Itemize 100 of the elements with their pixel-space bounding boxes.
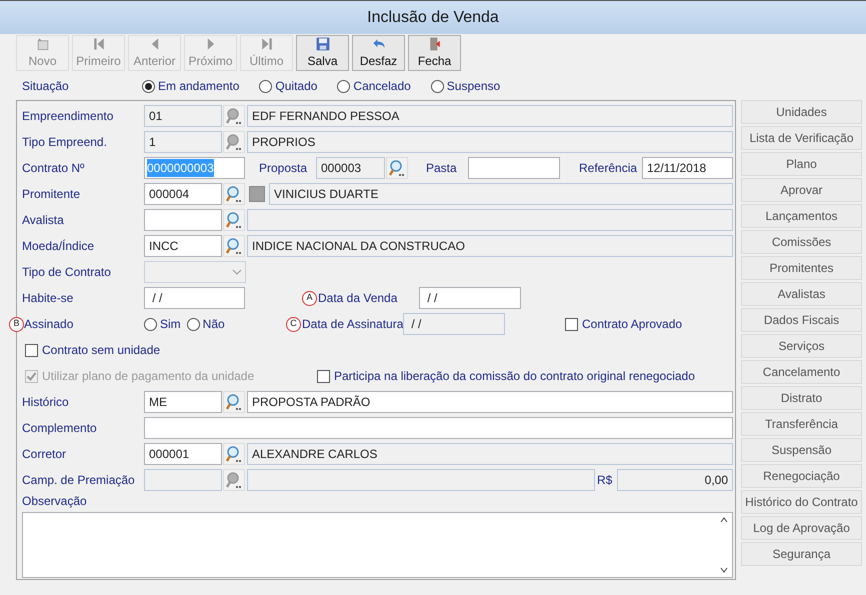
- field-label: Proposta: [259, 160, 308, 177]
- side-button[interactable]: Avalistas: [741, 282, 862, 306]
- checkbox-label: Contrato Aprovado: [582, 316, 682, 333]
- side-button[interactable]: Aprovar: [741, 178, 862, 202]
- input-field[interactable]: EDF FERNANDO PESSOA: [247, 105, 733, 127]
- side-button[interactable]: Log de Aprovação: [741, 516, 862, 540]
- scroll-up-icon: [718, 515, 728, 525]
- checkbox[interactable]: [25, 344, 38, 356]
- radio-label: Quitado: [275, 78, 318, 95]
- field-label: Situação: [22, 78, 70, 95]
- field-label: Empreendimento: [22, 108, 114, 125]
- search-button[interactable]: [386, 157, 408, 179]
- radio-label: Em andamento: [158, 78, 240, 95]
- search-icon: [225, 133, 243, 151]
- side-button[interactable]: Lançamentos: [741, 204, 862, 228]
- radio-button[interactable]: [142, 80, 155, 92]
- side-button[interactable]: Renegociação: [741, 464, 862, 488]
- search-button[interactable]: [223, 209, 245, 231]
- input-field[interactable]: / /: [419, 287, 521, 309]
- input-field[interactable]: INDICE NACIONAL DA CONSTRUCAO: [247, 235, 733, 257]
- input-field[interactable]: 000001: [144, 443, 222, 465]
- side-button[interactable]: Transferência: [741, 412, 862, 436]
- field-label: Camp. de Premiação: [22, 472, 136, 489]
- input-field[interactable]: [468, 157, 560, 179]
- input-field[interactable]: PROPOSTA PADRÃO: [247, 391, 733, 413]
- search-button[interactable]: [223, 235, 245, 257]
- input-field[interactable]: [144, 209, 222, 231]
- side-button[interactable]: Serviços: [741, 334, 862, 358]
- checkbox-label: Utilizar plano de pagamento da unidade: [42, 368, 254, 385]
- radio-label: Cancelado: [353, 78, 411, 95]
- radio-label: Sim: [160, 316, 181, 333]
- field-label: Data de Assinatura: [302, 316, 403, 333]
- search-icon: [225, 471, 243, 489]
- currency-label: R$: [596, 472, 614, 489]
- side-button[interactable]: Lista de Verificação: [741, 126, 862, 150]
- radio-button[interactable]: [186, 318, 200, 330]
- input-field[interactable]: 000004: [144, 183, 222, 205]
- side-button[interactable]: Dados Fiscais: [741, 308, 862, 332]
- field-label: Moeda/Índice: [22, 238, 96, 255]
- side-button[interactable]: Distrato: [741, 386, 862, 410]
- toolbar-button[interactable]: Fecha: [408, 35, 461, 71]
- checkbox[interactable]: [317, 370, 330, 382]
- side-button[interactable]: Histórico do Contrato: [741, 490, 862, 514]
- field-label: Habite-se: [22, 290, 74, 307]
- callout-marker: B: [9, 316, 24, 332]
- search-icon: [225, 185, 243, 203]
- field-label: Contrato Nº: [22, 160, 86, 177]
- side-button[interactable]: Segurança: [741, 542, 862, 566]
- side-button[interactable]: Suspensão: [741, 438, 862, 462]
- checkbox[interactable]: [565, 318, 578, 330]
- field-label: Assinado: [24, 316, 74, 333]
- field-label: Data da Venda: [318, 290, 398, 307]
- input-field[interactable]: / /: [144, 287, 245, 309]
- input-field[interactable]: 12/11/2018: [642, 157, 733, 179]
- field-label: Pasta: [426, 160, 458, 177]
- side-button[interactable]: Unidades: [741, 100, 862, 124]
- input-field[interactable]: [247, 209, 733, 231]
- search-icon: [388, 159, 406, 177]
- input-field[interactable]: INCC: [144, 235, 222, 257]
- search-icon: [225, 107, 243, 125]
- radio-button[interactable]: [430, 80, 444, 92]
- field-label: Corretor: [22, 446, 68, 463]
- side-button[interactable]: Plano: [741, 152, 862, 176]
- window-title: Inclusão de Venda: [367, 8, 499, 28]
- side-button[interactable]: Comissões: [741, 230, 862, 254]
- toolbar-button[interactable]: Desfaz: [352, 35, 405, 71]
- callout-marker: A: [302, 290, 317, 306]
- search-button[interactable]: [223, 183, 245, 205]
- radio-label: Não: [202, 316, 225, 333]
- scroll-down-icon: [718, 565, 728, 575]
- input-field[interactable]: ALEXANDRE CARLOS: [247, 443, 733, 465]
- search-icon: [225, 445, 243, 463]
- search-icon: [225, 211, 243, 229]
- side-button[interactable]: Promitentes: [741, 256, 862, 280]
- field-label: Promitente: [22, 186, 82, 203]
- search-button[interactable]: [223, 391, 245, 413]
- field-label: Referência: [579, 160, 638, 177]
- side-button[interactable]: Cancelamento: [741, 360, 862, 384]
- input-field[interactable]: [144, 417, 733, 439]
- input-field[interactable]: PROPRIOS: [247, 131, 733, 153]
- radio-button[interactable]: [144, 318, 157, 330]
- search-icon: [225, 237, 243, 255]
- radio-button[interactable]: [259, 80, 272, 92]
- field-label: Histórico: [22, 394, 70, 411]
- input-field[interactable]: VINICIUS DUARTE: [269, 183, 733, 205]
- input-field[interactable]: [247, 469, 595, 491]
- field-label: Tipo Empreend.: [22, 134, 108, 151]
- search-icon: [225, 393, 243, 411]
- callout-marker: C: [286, 316, 301, 332]
- field-label: Observação: [22, 493, 87, 510]
- input-field[interactable]: 000003: [316, 157, 385, 179]
- input-field[interactable]: 0,00: [617, 469, 733, 491]
- search-button[interactable]: [223, 443, 245, 465]
- input-field[interactable]: ME: [144, 391, 222, 413]
- radio-label: Suspenso: [446, 78, 500, 95]
- toolbar-button[interactable]: Salva: [296, 35, 349, 71]
- checkbox-label: Participa na liberação da comissão do contrato original renegociado: [334, 368, 695, 385]
- text-area[interactable]: [22, 512, 733, 578]
- radio-button[interactable]: [337, 80, 350, 92]
- field-label: Avalista: [22, 212, 65, 229]
